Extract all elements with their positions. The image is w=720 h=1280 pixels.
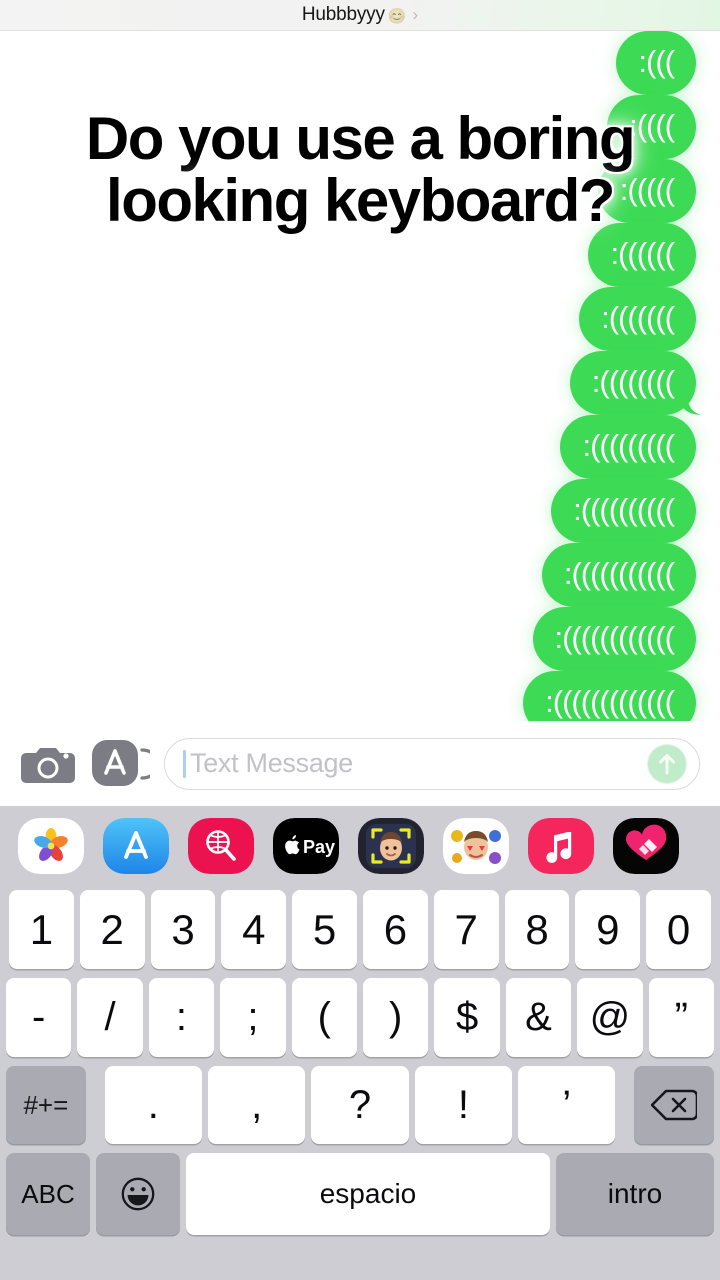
contact-name: Hubbbyyy — [301, 4, 385, 25]
key-return[interactable]: intro — [556, 1153, 714, 1235]
message-bubble-sent[interactable]: :(((((((((( — [551, 479, 696, 543]
message-bubble-sent[interactable]: :(((((((( — [569, 351, 696, 415]
key-abc-letters[interactable]: ABC — [6, 1153, 90, 1235]
message-placeholder: Text Message — [190, 748, 353, 778]
stickers-app-icon[interactable] — [443, 818, 509, 874]
key-6[interactable]: 6 — [363, 890, 428, 969]
key-?[interactable]: ? — [311, 1066, 409, 1144]
conversation-header: Hubbbyyy 😊 › — [0, 0, 720, 31]
key--[interactable]: - — [5, 978, 72, 1057]
key-,[interactable]: , — [207, 1066, 306, 1144]
key-3[interactable]: 3 — [150, 890, 216, 969]
photos-app-icon[interactable] — [18, 818, 84, 874]
key-:[interactable]: : — [148, 978, 215, 1057]
message-bubble-sent[interactable]: :((((((( — [579, 287, 696, 351]
message-bubble-sent[interactable]: :(((((( — [588, 223, 696, 287]
key-.[interactable]: . — [104, 1066, 202, 1144]
keyboard-row-numbers: 1234567890 — [3, 890, 717, 969]
apple-pay-app-icon[interactable]: Pay — [273, 818, 339, 874]
message-input-bar: Text Message — [0, 721, 720, 806]
message-row: :((((((((((( — [0, 543, 720, 607]
message-bubble-sent[interactable]: :((((((((( — [560, 415, 696, 479]
camera-icon[interactable] — [20, 741, 76, 787]
send-button[interactable] — [647, 743, 687, 784]
key-1[interactable]: 1 — [9, 890, 74, 969]
keyboard-row-bottom: ABC espacio intro — [3, 1153, 717, 1235]
fitness-app-icon[interactable] — [613, 818, 679, 874]
message-row: :((((( — [0, 159, 720, 223]
keyboard-row-punctuation: #+= .,?!’ — [3, 1066, 717, 1144]
backspace-icon[interactable] — [634, 1066, 715, 1144]
message-row: :(((((((( — [0, 351, 720, 415]
contact-emoji-icon: 😊 — [387, 8, 407, 25]
emoji-smiley-icon[interactable] — [96, 1153, 180, 1235]
key-4[interactable]: 4 — [221, 890, 287, 969]
message-list[interactable]: :(((:((((:(((((:((((((:(((((((:((((((((:… — [0, 31, 720, 721]
app-store-icon[interactable] — [90, 736, 160, 792]
message-row: :(((((((((((( — [0, 607, 720, 671]
key-([interactable]: ( — [291, 978, 357, 1057]
key-$[interactable]: $ — [434, 978, 500, 1057]
contact-name-button[interactable]: Hubbbyyy 😊 › — [302, 4, 418, 26]
memoji-app-icon[interactable] — [358, 818, 424, 874]
app-store-app-icon[interactable] — [103, 818, 169, 874]
key-&[interactable]: & — [505, 978, 572, 1057]
key-’[interactable]: ’ — [518, 1066, 616, 1144]
message-bubble-sent[interactable]: :(((((((((((( — [532, 607, 696, 671]
message-bubble-sent[interactable]: :((((((((((((( — [523, 671, 696, 721]
key-@[interactable]: @ — [577, 978, 643, 1057]
svg-text:Pay: Pay — [303, 837, 335, 857]
message-row: :((((((((( — [0, 415, 720, 479]
message-bubble-sent[interactable]: :((((((((((( — [541, 543, 696, 607]
onscreen-keyboard[interactable]: 1234567890 - /:;() $ & @” #+= .,?!’ ABC espa… — [0, 886, 720, 1280]
message-row: :((( — [0, 31, 720, 95]
key-symbol-shift[interactable]: #+= — [5, 1066, 86, 1144]
key-/[interactable]: / — [77, 978, 143, 1057]
home-indicator-area — [0, 1272, 720, 1280]
key-”[interactable]: ” — [648, 978, 715, 1057]
key-![interactable]: ! — [414, 1066, 513, 1144]
music-app-icon[interactable] — [528, 818, 594, 874]
key-7[interactable]: 7 — [433, 890, 499, 969]
message-bubble-sent[interactable]: :(((( — [607, 95, 696, 159]
message-row: :((((((( — [0, 287, 720, 351]
key-space[interactable]: espacio — [186, 1153, 550, 1235]
imessage-app-drawer[interactable]: Pay — [0, 806, 720, 886]
key-;[interactable]: ; — [220, 978, 286, 1057]
message-bubble-sent[interactable]: :((((( — [597, 159, 696, 223]
chevron-right-icon[interactable]: › — [412, 5, 418, 25]
key-5[interactable]: 5 — [292, 890, 357, 969]
message-text-field[interactable]: Text Message — [164, 737, 700, 790]
key-8[interactable]: 8 — [504, 890, 570, 969]
message-row: :((((((((((((( — [0, 671, 720, 721]
images-app-icon[interactable] — [188, 818, 254, 874]
key-0[interactable]: 0 — [646, 890, 711, 969]
text-cursor — [183, 749, 186, 778]
message-row: :(((( — [0, 95, 720, 159]
message-bubble-sent[interactable]: :((( — [616, 31, 696, 95]
key-)[interactable]: ) — [363, 978, 429, 1057]
key-2[interactable]: 2 — [79, 890, 145, 969]
message-row: :(((((((((( — [0, 479, 720, 543]
keyboard-row-symbols: - /:;() $ & @” — [3, 978, 717, 1057]
message-row: :(((((( — [0, 223, 720, 287]
key-9[interactable]: 9 — [575, 890, 641, 969]
